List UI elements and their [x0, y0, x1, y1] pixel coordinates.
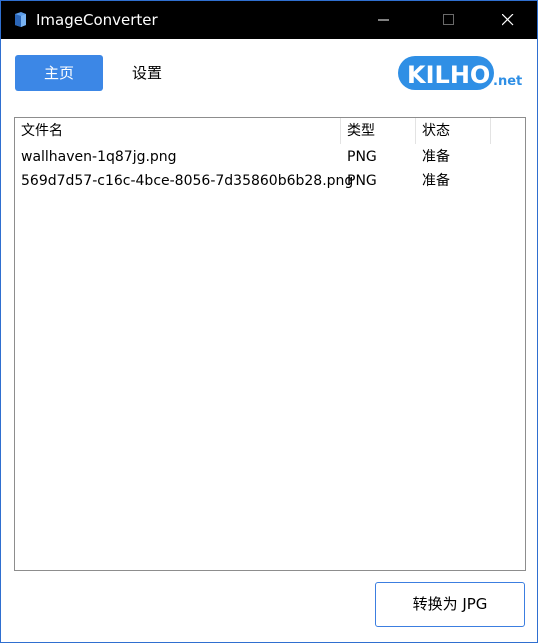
minimize-icon — [378, 19, 389, 21]
file-type: PNG — [347, 149, 377, 165]
convert-to-jpg-button[interactable]: 转换为 JPG — [375, 582, 525, 627]
file-name: 569d7d57-c16c-4bce-8056-7d35860b6b28.png — [21, 173, 354, 189]
file-list[interactable]: 文件名 类型 状态 wallhaven-1q87jg.png PNG 准备 56… — [14, 117, 526, 571]
svg-text:.net: .net — [493, 74, 522, 89]
kilho-logo: KILHO .net — [396, 52, 528, 94]
minimize-button[interactable] — [361, 1, 407, 39]
window-title: ImageConverter — [36, 11, 158, 29]
file-type: PNG — [347, 173, 377, 189]
maximize-icon — [443, 14, 454, 25]
svg-text:KILHO: KILHO — [407, 61, 490, 89]
table-row[interactable]: wallhaven-1q87jg.png PNG 准备 — [15, 145, 525, 169]
home-tab-button[interactable]: 主页 — [15, 55, 103, 91]
app-icon — [13, 11, 27, 28]
column-header-type[interactable]: 类型 — [341, 118, 416, 144]
file-status: 准备 — [422, 173, 450, 189]
table-row[interactable]: 569d7d57-c16c-4bce-8056-7d35860b6b28.png… — [15, 169, 525, 193]
close-button[interactable] — [485, 1, 531, 39]
column-header-status[interactable]: 状态 — [416, 118, 491, 144]
title-bar[interactable]: ImageConverter — [1, 1, 537, 39]
column-header-filename[interactable]: 文件名 — [15, 118, 341, 144]
file-status: 准备 — [422, 149, 450, 165]
settings-tab-button[interactable]: 设置 — [119, 55, 175, 91]
file-name: wallhaven-1q87jg.png — [21, 149, 177, 165]
app-window: ImageConverter 主页 设置 KILHO .net 文件名 类型 状… — [0, 0, 538, 643]
close-icon — [502, 14, 514, 26]
maximize-button[interactable] — [426, 1, 472, 39]
